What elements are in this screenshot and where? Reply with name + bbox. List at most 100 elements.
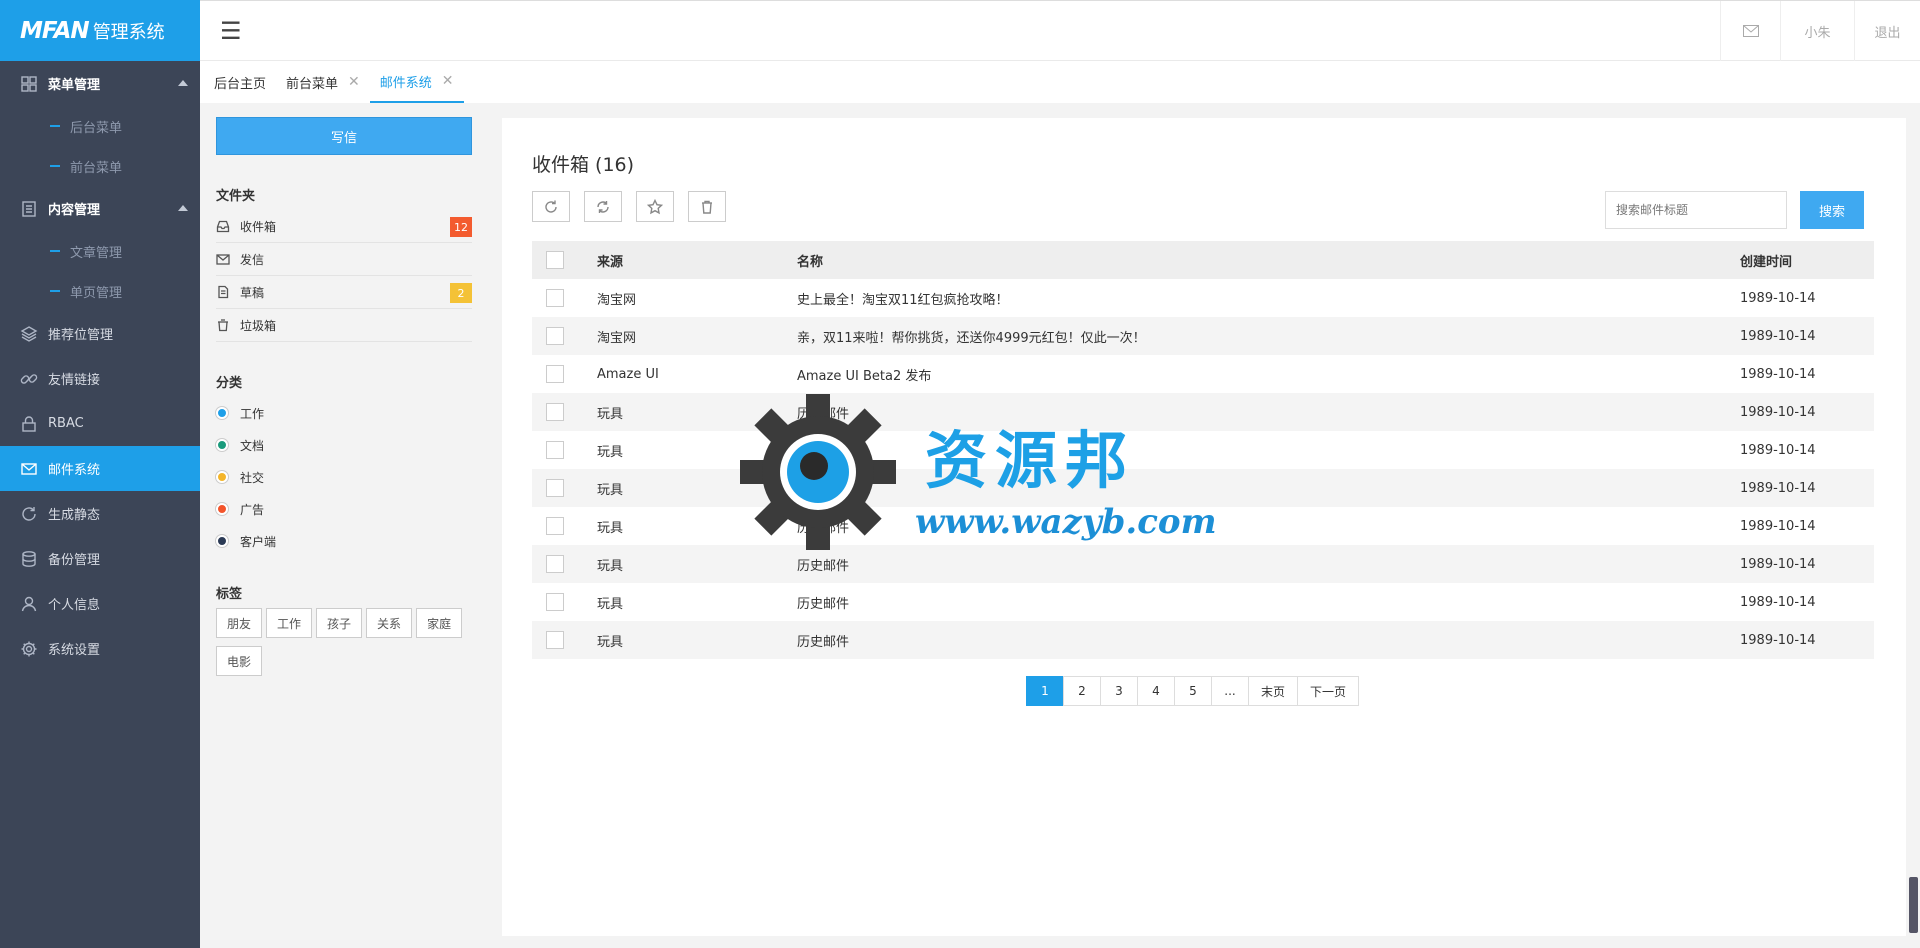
row-checkbox[interactable] bbox=[546, 593, 564, 611]
folders-list: 收件箱 12 发信 草稿 2 垃圾箱 bbox=[216, 210, 474, 342]
sidebar-item[interactable]: 推荐位管理 bbox=[0, 311, 200, 356]
table-row[interactable]: 玩具历史邮件1989-10-14 bbox=[532, 393, 1874, 431]
sidebar-subitem[interactable]: 后台菜单 bbox=[0, 106, 200, 146]
gear-logo-icon bbox=[740, 394, 896, 550]
subject-link[interactable]: 史上最全！淘宝双11红包疯抢攻略！ bbox=[797, 279, 1740, 317]
tab-front-menu[interactable]: 前台菜单 ✕ bbox=[276, 61, 370, 103]
layers-icon bbox=[20, 325, 38, 343]
search-input[interactable] bbox=[1605, 191, 1787, 229]
page-button[interactable]: 末页 bbox=[1248, 676, 1299, 706]
user-name[interactable]: 小朱 bbox=[1780, 1, 1854, 61]
category-item[interactable]: 广告 bbox=[216, 493, 474, 525]
sidebar-item[interactable]: 备份管理 bbox=[0, 536, 200, 581]
page-button[interactable]: 4 bbox=[1137, 676, 1175, 706]
sidebar-item[interactable]: 个人信息 bbox=[0, 581, 200, 626]
tab-mail-system[interactable]: 邮件系统 ✕ bbox=[369, 61, 464, 103]
subject-link[interactable]: Amaze UI Beta2 发布 bbox=[797, 355, 1740, 393]
row-checkbox-cell bbox=[532, 355, 597, 393]
sidebar-subitem-label: 前台菜单 bbox=[70, 160, 123, 176]
tag-button[interactable]: 关系 bbox=[366, 608, 413, 638]
dash-icon bbox=[50, 250, 60, 252]
folders-title: 文件夹 bbox=[216, 189, 256, 204]
row-checkbox[interactable] bbox=[546, 479, 564, 497]
search-button[interactable]: 搜索 bbox=[1800, 191, 1864, 229]
subject-link[interactable]: 历史邮件 bbox=[797, 621, 1740, 659]
table-row[interactable]: 玩具历史邮件1989-10-14 bbox=[532, 583, 1874, 621]
row-checkbox[interactable] bbox=[546, 441, 564, 459]
tag-button[interactable]: 孩子 bbox=[316, 608, 363, 638]
user-icon bbox=[20, 595, 38, 613]
row-checkbox[interactable] bbox=[546, 327, 564, 345]
write-button[interactable]: 写信 bbox=[216, 117, 472, 155]
select-all-checkbox[interactable] bbox=[546, 251, 564, 269]
folder-item[interactable]: 垃圾箱 bbox=[216, 309, 472, 342]
page-button[interactable]: 3 bbox=[1100, 676, 1138, 706]
brand[interactable]: MFAN 管理系统 bbox=[0, 0, 200, 61]
close-icon[interactable]: ✕ bbox=[348, 74, 360, 90]
date-cell: 1989-10-14 bbox=[1740, 317, 1874, 355]
sync-icon bbox=[597, 200, 609, 213]
sidebar-item[interactable]: 友情链接 bbox=[0, 356, 200, 401]
table-row[interactable]: 玩具历史邮件1989-10-14 bbox=[532, 431, 1874, 469]
tag-button[interactable]: 家庭 bbox=[416, 608, 463, 638]
tag-button[interactable]: 朋友 bbox=[216, 608, 263, 638]
inbox-icon bbox=[216, 219, 230, 233]
table-row[interactable]: Amaze UI Amaze UI Beta2 发布 1989-10-14 bbox=[532, 355, 1874, 393]
row-checkbox[interactable] bbox=[546, 365, 564, 383]
folder-item[interactable]: 草稿 2 bbox=[216, 276, 472, 309]
category-item[interactable]: 社交 bbox=[216, 461, 474, 493]
trash-button[interactable] bbox=[688, 191, 726, 222]
tab-home[interactable]: 后台主页 bbox=[204, 61, 276, 103]
star-button[interactable] bbox=[636, 191, 674, 222]
tag-button[interactable]: 电影 bbox=[216, 646, 263, 676]
row-checkbox[interactable] bbox=[546, 555, 564, 573]
source-cell: 淘宝网 bbox=[597, 317, 797, 355]
logout-link[interactable]: 退出 bbox=[1854, 1, 1920, 61]
table-row[interactable]: 玩具历史邮件1989-10-14 bbox=[532, 621, 1874, 659]
hamburger-menu-icon[interactable]: ☰ bbox=[220, 17, 242, 45]
table-row[interactable]: 玩具历史邮件1989-10-14 bbox=[532, 545, 1874, 583]
page-button[interactable]: 1 bbox=[1026, 676, 1064, 706]
sidebar-item-label: 备份管理 bbox=[48, 553, 101, 568]
close-icon[interactable]: ✕ bbox=[442, 73, 454, 89]
category-item[interactable]: 文档 bbox=[216, 429, 474, 461]
subject-link[interactable]: 历史邮件 bbox=[797, 583, 1740, 621]
sidebar-subitem[interactable]: 文章管理 bbox=[0, 231, 200, 271]
folder-item[interactable]: 收件箱 12 bbox=[216, 210, 472, 243]
folder-item[interactable]: 发信 bbox=[216, 243, 472, 276]
caret-up-icon bbox=[178, 80, 188, 86]
sidebar-item[interactable]: 系统设置 bbox=[0, 626, 200, 671]
category-item[interactable]: 客户端 bbox=[216, 525, 474, 557]
categories-list: 工作文档社交 广告 客户端 bbox=[216, 397, 474, 557]
category-item[interactable]: 工作 bbox=[216, 397, 474, 429]
row-checkbox[interactable] bbox=[546, 631, 564, 649]
sidebar-item[interactable]: 菜单管理 bbox=[0, 61, 200, 106]
tag-button[interactable]: 工作 bbox=[266, 608, 313, 638]
sidebar-item[interactable]: RBAC bbox=[0, 401, 200, 446]
row-checkbox[interactable] bbox=[546, 403, 564, 421]
sync-button[interactable] bbox=[584, 191, 622, 222]
page-button[interactable]: 下一页 bbox=[1297, 676, 1360, 706]
caret-up-icon bbox=[178, 205, 188, 211]
table-row[interactable]: 淘宝网 亲，双11来啦！帮你挑货，还送你4999元红包！仅此一次！ 1989-10-… bbox=[532, 317, 1874, 355]
date-cell: 1989-10-14 bbox=[1740, 594, 1816, 610]
refresh-button[interactable] bbox=[532, 191, 570, 222]
table-row[interactable]: 淘宝网 史上最全！淘宝双11红包疯抢攻略！ 1989-10-14 bbox=[532, 279, 1874, 317]
sidebar-item[interactable]: 内容管理 bbox=[0, 186, 200, 231]
row-checkbox[interactable] bbox=[546, 517, 564, 535]
sidebar-subitem[interactable]: 前台菜单 bbox=[0, 146, 200, 186]
sidebar-item-label: RBAC bbox=[48, 416, 84, 431]
color-dot-icon bbox=[216, 407, 228, 419]
page-button[interactable]: ... bbox=[1211, 676, 1249, 706]
subject-link[interactable]: 亲，双11来啦！帮你挑货，还送你4999元红包！仅此一次！ bbox=[797, 317, 1740, 355]
date-cell: 1989-10-14 bbox=[1740, 621, 1874, 659]
scrollbar-thumb[interactable] bbox=[1909, 877, 1918, 933]
page-button[interactable]: 2 bbox=[1063, 676, 1101, 706]
sidebar-item[interactable]: 邮件系统 bbox=[0, 446, 200, 491]
category-label: 文档 bbox=[240, 438, 265, 453]
row-checkbox[interactable] bbox=[546, 289, 564, 307]
sidebar-item[interactable]: 生成静态 bbox=[0, 491, 200, 536]
page-button[interactable]: 5 bbox=[1174, 676, 1212, 706]
sidebar-subitem[interactable]: 单页管理 bbox=[0, 271, 200, 311]
mail-icon[interactable] bbox=[1720, 1, 1780, 61]
